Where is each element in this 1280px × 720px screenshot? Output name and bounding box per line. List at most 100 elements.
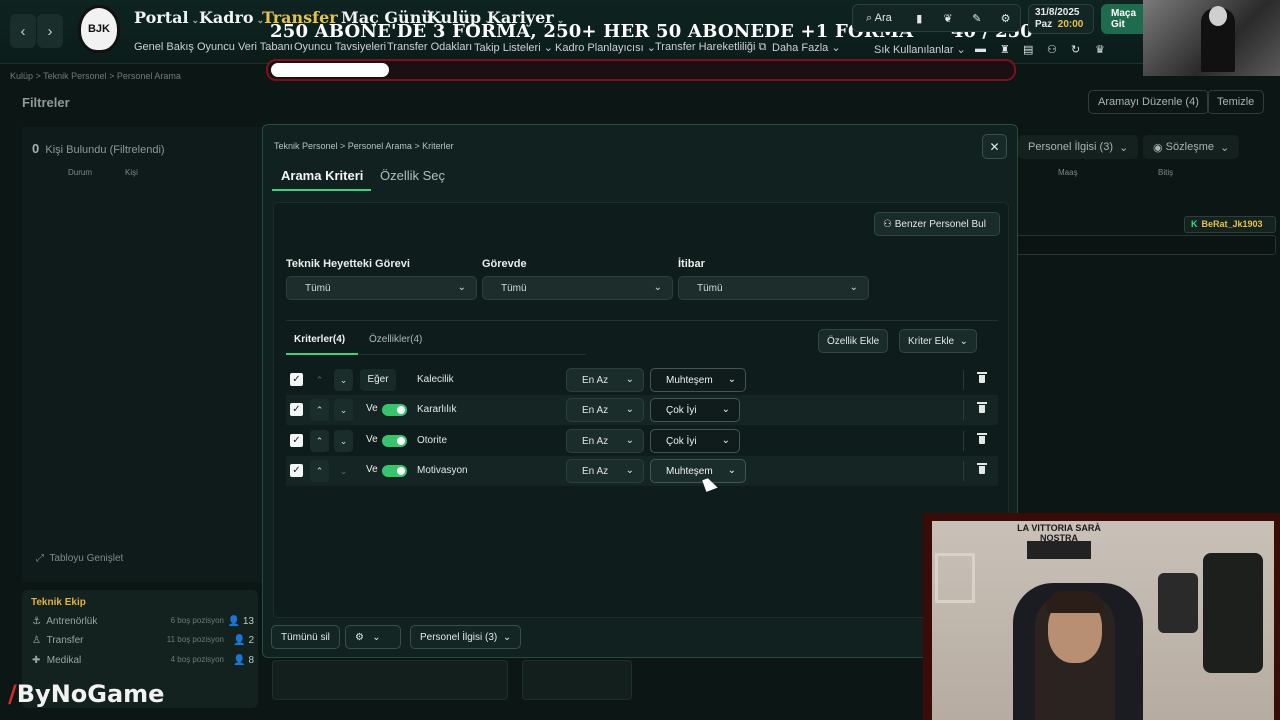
trash-icon[interactable]: [977, 433, 987, 447]
add-criteria-button[interactable]: Kriter Ekle ⌄: [899, 329, 978, 353]
divider: [286, 320, 998, 321]
col-durum[interactable]: Durum: [68, 168, 92, 177]
refresh-icon[interactable]: ↻: [1071, 43, 1080, 56]
pencil-icon[interactable]: ✎: [962, 12, 991, 25]
search-icon: ⌕: [866, 11, 873, 24]
trash-icon[interactable]: [977, 402, 987, 416]
col-maas[interactable]: Maaş: [1058, 168, 1078, 177]
comparison-select[interactable]: En Az ⌄: [566, 459, 644, 483]
move-down-icon[interactable]: ⌄: [334, 430, 353, 452]
criteria-checkbox[interactable]: ✓: [290, 403, 303, 416]
gear-icon[interactable]: ⚙: [991, 12, 1020, 25]
contract-column-filter[interactable]: ◉ Sözleşme ⌄: [1143, 135, 1240, 159]
chevron-down-icon: ⌄: [625, 435, 634, 446]
clear-button[interactable]: Temizle: [1207, 90, 1265, 114]
nav-kadro[interactable]: Kadro ⌄: [199, 8, 264, 27]
add-attribute-button[interactable]: Özellik Ekle: [818, 329, 889, 353]
subnav-genel-bakis[interactable]: Genel Bakış: [134, 41, 194, 53]
move-down-icon[interactable]: ⌄: [334, 369, 353, 391]
row-separator: [963, 400, 964, 420]
delete-all-button[interactable]: Tümünü sil: [271, 625, 340, 649]
edit-search-button[interactable]: Aramayı Düzenle (4): [1088, 90, 1209, 114]
level-select[interactable]: Çok İyi ⌄: [650, 429, 740, 453]
settings-menu-button[interactable]: ⚙ ⌄: [345, 625, 401, 649]
time-text: 20:00: [1057, 19, 1084, 30]
subtab-kriterler[interactable]: Kriterler(4): [294, 334, 345, 345]
subnav-oyuncu-veri-tabani[interactable]: Oyuncu Veri Tabanı: [197, 41, 293, 53]
col-kisi[interactable]: Kişi: [125, 168, 138, 177]
reputation-select[interactable]: Tümü ⌄: [678, 276, 869, 300]
modal-breadcrumb: Teknik Personel > Personel Arama > Krite…: [274, 141, 454, 151]
comparison-select[interactable]: En Az ⌄: [566, 398, 644, 422]
chevron-down-icon: ⌄: [625, 404, 634, 415]
search-strip[interactable]: [266, 59, 1016, 81]
chat-icon[interactable]: ▬: [975, 43, 986, 55]
top-bar: ‹ › BJK Portal ⌄ Kadro ⌄ Transfer Maç Günü…: [0, 0, 1280, 76]
staff-row-transfer[interactable]: ♙ Transfer 11 boş pozisyon 👤 2: [32, 635, 254, 651]
comparison-select[interactable]: En Az ⌄: [566, 429, 644, 453]
move-down-icon[interactable]: ⌄: [334, 460, 353, 482]
trash-icon[interactable]: [977, 463, 987, 477]
bookmark-icon[interactable]: ▮: [905, 12, 934, 25]
and-or-toggle[interactable]: [382, 404, 407, 416]
subnav-oyuncu-tavsiyeleri[interactable]: Oyuncu Tavsiyeleri: [294, 41, 386, 53]
subtab-ozellikler[interactable]: Özellikler(4): [369, 334, 422, 345]
conjunction-label: Ve: [366, 403, 378, 414]
filter-label-role: Teknik Heyetteki Görevi: [286, 258, 410, 270]
move-up-icon[interactable]: ⌃: [310, 369, 329, 391]
forward-arrow-icon[interactable]: ›: [37, 14, 63, 48]
close-icon[interactable]: ✕: [982, 134, 1007, 159]
brain-icon[interactable]: ❦: [934, 12, 963, 25]
shortcuts-menu[interactable]: Sık Kullanılanlar ⌄: [874, 43, 966, 56]
tab-ozellik-sec[interactable]: Özellik Seç: [380, 168, 445, 183]
col-bitis[interactable]: Bitiş: [1158, 168, 1173, 177]
conjunction-label: Ve: [366, 434, 378, 445]
role-select[interactable]: Tümü ⌄: [286, 276, 477, 300]
subnav-transfer-odaklari[interactable]: Transfer Odakları: [387, 41, 472, 53]
move-up-icon[interactable]: ⌃: [310, 399, 329, 421]
criteria-checkbox[interactable]: ✓: [290, 434, 303, 447]
move-down-icon[interactable]: ⌄: [334, 399, 353, 421]
club-crest-logo[interactable]: BJK: [78, 5, 120, 53]
criteria-checkbox[interactable]: ✓: [290, 373, 303, 386]
level-select[interactable]: Çok İyi ⌄: [650, 398, 740, 422]
scout-icon: ♙: [32, 635, 41, 646]
expand-icon: ⤢: [36, 553, 44, 564]
staff-interest-button[interactable]: Personel İlgisi (3) ⌄: [410, 625, 522, 649]
search-button[interactable]: ⌕ Ara: [853, 12, 905, 25]
employed-select[interactable]: Tümü ⌄: [482, 276, 673, 300]
active-tab-indicator: [272, 189, 371, 191]
trophy-icon[interactable]: ♛: [1095, 43, 1105, 56]
filters-title: Filtreler: [22, 95, 70, 110]
people-icon[interactable]: ⚇: [1047, 43, 1057, 56]
back-arrow-icon[interactable]: ‹: [10, 14, 36, 48]
subnav-transfer-hareketliligi[interactable]: Transfer Hareketliliği ⧉: [655, 41, 766, 54]
subnav-takip-listeleri[interactable]: Takip Listeleri ⌄: [474, 41, 553, 54]
staff-row-antrenorluk[interactable]: ⚓ Antrenörlük 6 boş pozisyon 👤 13: [32, 616, 254, 632]
and-or-toggle[interactable]: [382, 465, 407, 477]
and-or-toggle[interactable]: [382, 435, 407, 447]
subnav-kadro-planlayicisi[interactable]: Kadro Planlayıcısı ⌄: [555, 41, 656, 54]
staff-interest-column-filter[interactable]: Personel İlgisi (3) ⌄: [1018, 135, 1139, 159]
move-up-icon[interactable]: ⌃: [310, 460, 329, 482]
clipboard-icon[interactable]: ▤: [1023, 43, 1033, 56]
comparison-select[interactable]: En Az ⌄: [566, 368, 644, 392]
subnav-daha-fazla[interactable]: Daha Fazla ⌄: [772, 41, 841, 54]
chevron-down-icon: ⌄: [457, 282, 466, 293]
active-subtab-indicator: [286, 353, 358, 355]
nav-portal[interactable]: Portal ⌄: [134, 8, 199, 27]
training-icon: ⚓: [32, 616, 41, 627]
level-select[interactable]: Muhteşem ⌄: [650, 459, 746, 483]
staff-row-medikal[interactable]: ✚ Medikal 4 boş pozisyon 👤 8: [32, 655, 254, 671]
criteria-checkbox[interactable]: ✓: [290, 464, 303, 477]
tab-arama-kriteri[interactable]: Arama Kriteri: [281, 168, 363, 183]
background-card: [522, 660, 632, 700]
trash-icon[interactable]: [977, 372, 987, 386]
level-select[interactable]: Muhteşem ⌄: [650, 368, 746, 392]
game-date[interactable]: 31/8/2025 Paz 20:00: [1028, 4, 1094, 34]
day-text: Paz: [1035, 19, 1053, 30]
similar-staff-button[interactable]: ⚇ Benzer Personel Bul: [874, 212, 1000, 236]
whistle-icon[interactable]: ♜: [1000, 43, 1010, 56]
expand-table-button[interactable]: ⤢ Tabloyu Genişlet: [36, 553, 123, 564]
move-up-icon[interactable]: ⌃: [310, 430, 329, 452]
